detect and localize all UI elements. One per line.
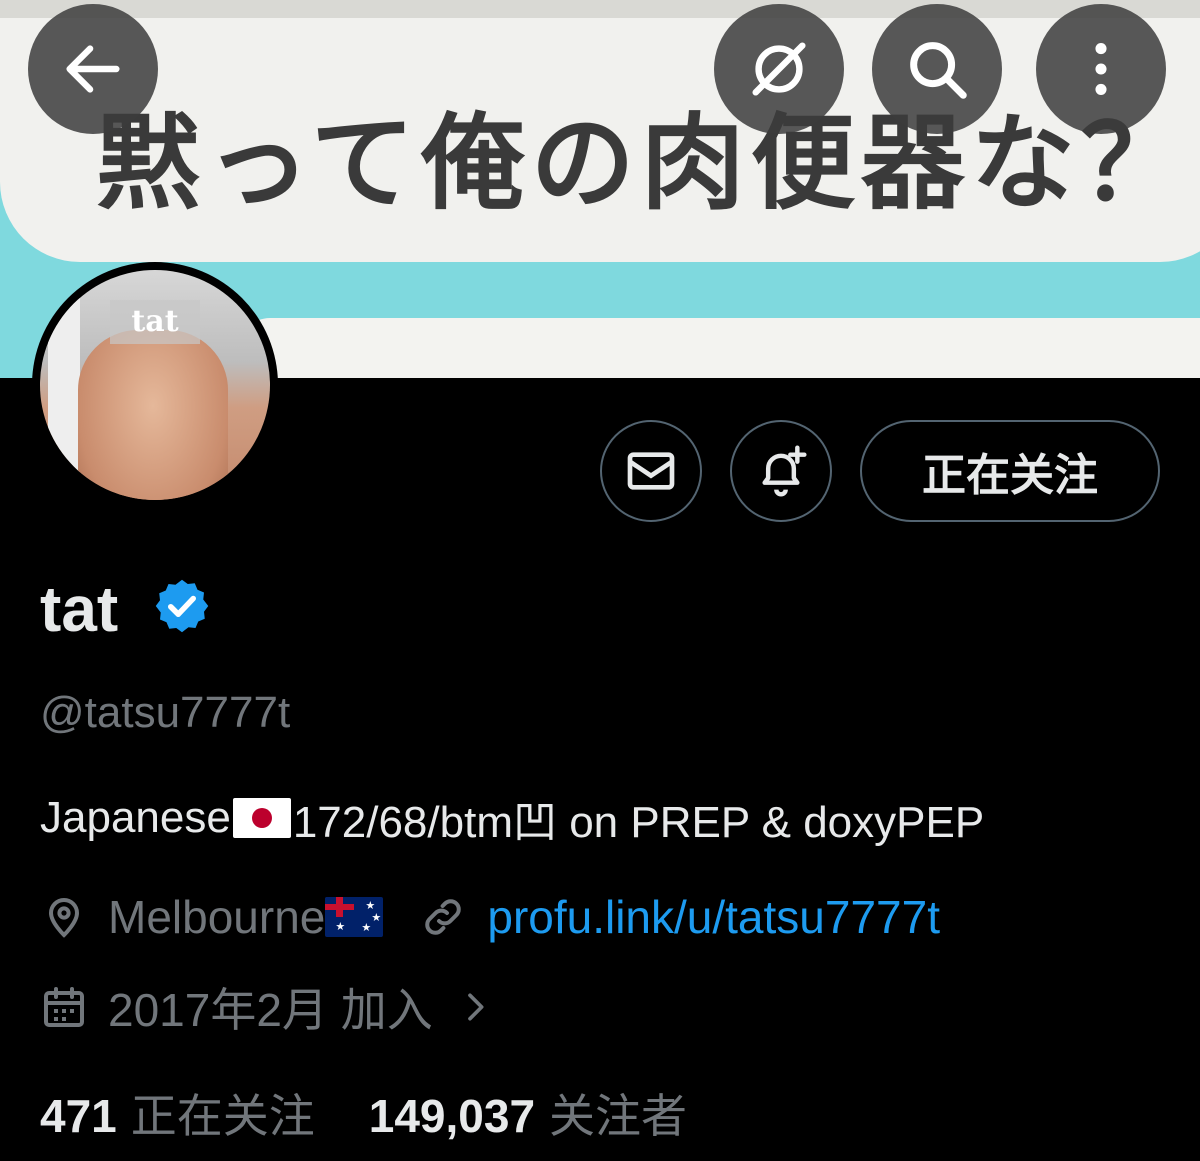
bio-suffix: 172/68/btm凹 on PREP & doxyPEP	[292, 798, 985, 847]
follow-stats: 471 正在关注 149,037 关注者	[40, 1080, 687, 1146]
more-button[interactable]	[1036, 4, 1166, 134]
banner-headline: 黙って俺の肉便器な？	[96, 102, 1191, 224]
grok-icon	[752, 42, 806, 96]
user-handle: @tatsu7777t	[40, 688, 291, 737]
followers-count: 149,037	[368, 1090, 536, 1142]
joined-row[interactable]: 2017年2月 加入	[40, 974, 515, 1040]
arrow-left-icon	[66, 45, 120, 93]
following-label: 正在关注	[130, 1090, 315, 1142]
japan-flag-icon	[232, 798, 291, 838]
location-text: Melbourne	[108, 891, 326, 943]
avatar[interactable]: tat	[32, 262, 278, 508]
followers-label: 关注者	[549, 1090, 688, 1142]
following-stat[interactable]: 471 正在关注	[40, 1080, 315, 1146]
avatar-image: tat	[40, 270, 270, 500]
bell-plus-icon	[762, 445, 807, 497]
following-button[interactable]: 正在关注	[860, 420, 1160, 522]
display-name: tat	[40, 573, 119, 645]
mail-icon	[627, 452, 675, 490]
location-pin-icon	[48, 898, 80, 938]
avatar-figure	[78, 330, 228, 500]
message-button[interactable]	[600, 420, 702, 522]
banner-lower-panel	[240, 318, 1200, 378]
followers-stat[interactable]: 149,037 关注者	[369, 1080, 687, 1146]
search-button[interactable]	[872, 4, 1002, 134]
link-icon	[425, 899, 462, 935]
chevron-right-icon	[467, 993, 484, 1021]
avatar-background	[48, 270, 80, 500]
more-vertical-icon	[1095, 43, 1107, 95]
profile-meta-row: Melbourne ★ ★ ★ ★ profu.link/u/tatsu7777…	[40, 890, 940, 944]
bio-prefix: Japanese	[40, 793, 231, 842]
calendar-icon	[44, 987, 84, 1027]
search-icon	[910, 42, 967, 99]
back-button[interactable]	[28, 4, 158, 134]
joined-text: 2017年2月 加入	[108, 984, 433, 1036]
website-link[interactable]: profu.link/u/tatsu7777t	[487, 890, 940, 944]
verified-badge-icon[interactable]	[152, 576, 212, 636]
following-count: 471	[40, 1090, 117, 1142]
australia-flag-icon: ★ ★ ★ ★	[325, 897, 384, 937]
grok-button[interactable]	[714, 4, 844, 134]
bio: Japanese 172/68/btm凹 on PREP & doxyPEP	[40, 786, 984, 850]
avatar-overlay-text: tat	[110, 300, 200, 344]
notify-button[interactable]	[730, 420, 832, 522]
banner-band	[0, 0, 1200, 18]
